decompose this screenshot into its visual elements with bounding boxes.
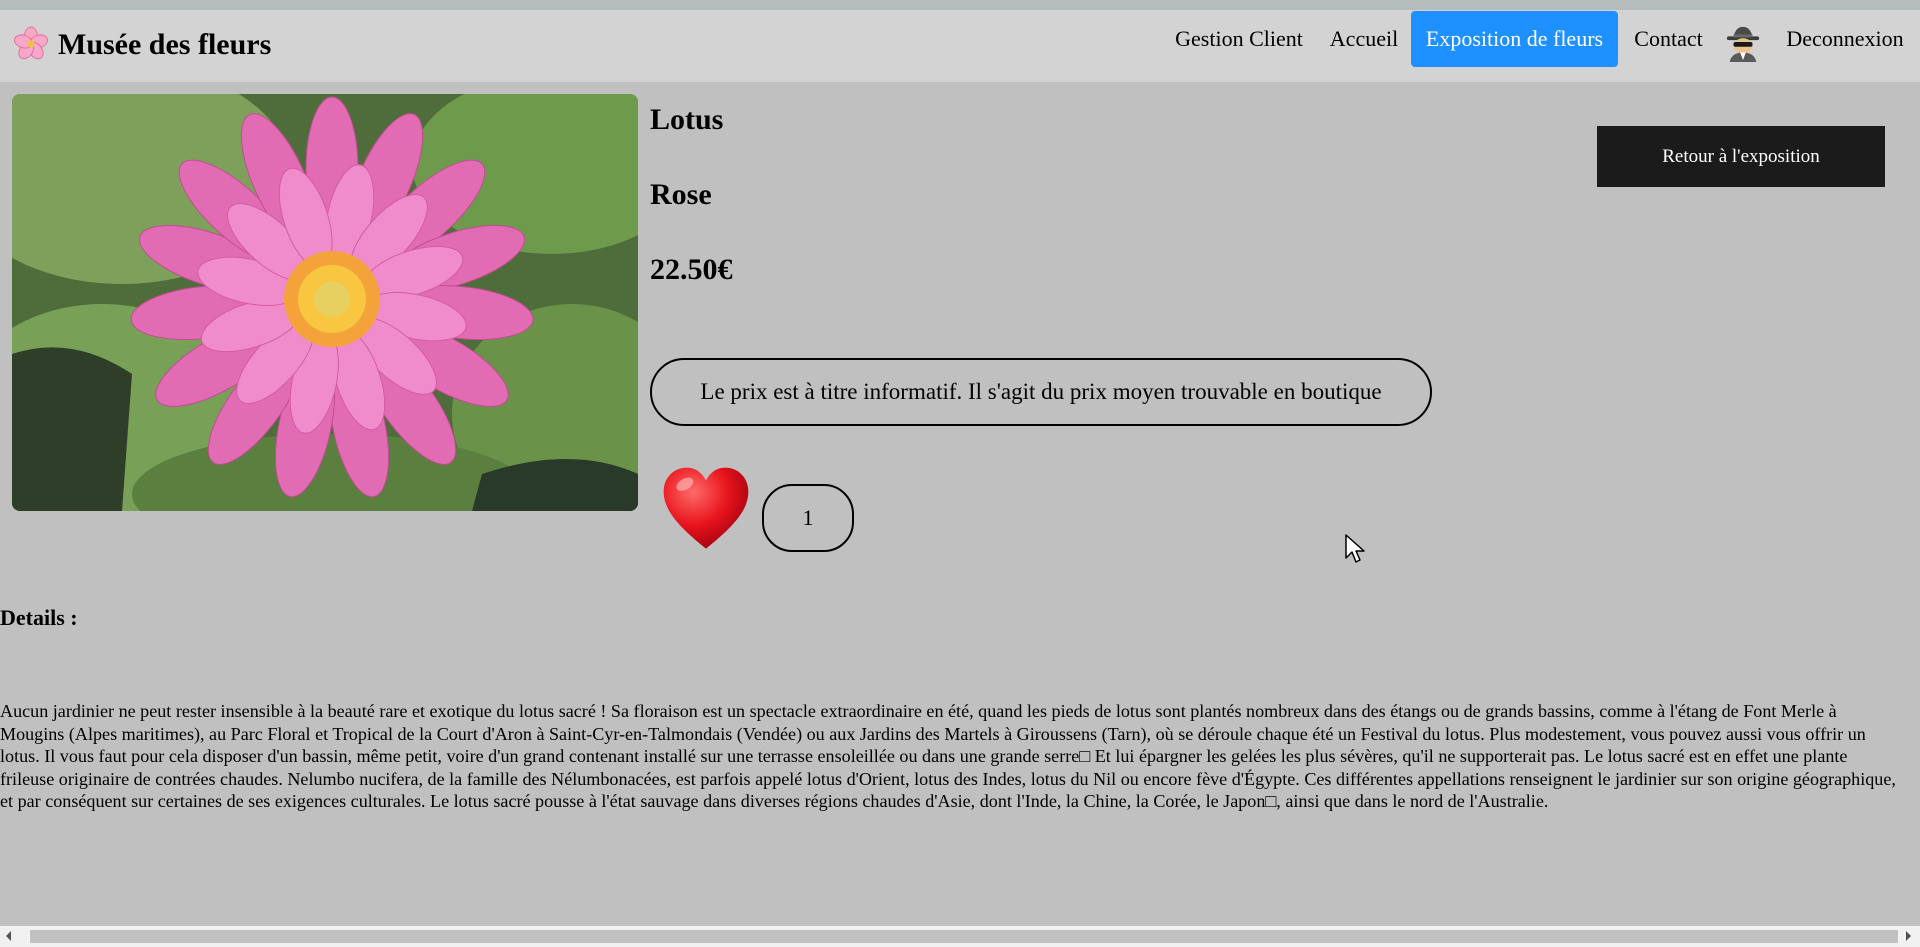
spy-icon[interactable] — [1724, 24, 1762, 62]
back-to-exhibition-button[interactable]: Retour à l'exposition — [1597, 126, 1885, 187]
pink-lotus-flower-photo — [12, 94, 638, 511]
price-notice: Le prix est à titre informatif. Il s'agi… — [650, 358, 1432, 426]
nav-contact[interactable]: Contact — [1618, 11, 1719, 67]
nav-accueil[interactable]: Accueil — [1318, 11, 1410, 67]
like-count: 1 — [762, 484, 854, 552]
cherry-blossom-icon — [14, 26, 48, 60]
horizontal-scrollbar[interactable] — [0, 926, 1920, 947]
navbar: Musée des fleurs Gestion Client Accueil … — [0, 10, 1920, 82]
flower-price: 22.50€ — [650, 253, 733, 286]
nav-deconnexion[interactable]: Deconnexion — [1770, 11, 1920, 67]
scrollbar-thumb[interactable] — [30, 930, 1898, 943]
nav-gestion-client[interactable]: Gestion Client — [1160, 11, 1318, 67]
mouse-cursor-icon — [1345, 534, 1365, 563]
details-description: Aucun jardinier ne peut rester insensibl… — [0, 701, 1896, 811]
flower-name: Lotus — [650, 103, 724, 136]
scroll-left-arrow-icon[interactable] — [6, 931, 11, 941]
flower-color: Rose — [650, 178, 712, 211]
site-title: Musée des fleurs — [58, 28, 272, 61]
scroll-right-arrow-icon[interactable] — [1906, 931, 1911, 941]
heart-icon[interactable] — [660, 464, 752, 556]
browser-top-strip — [0, 0, 1920, 10]
nav-exposition-de-fleurs[interactable]: Exposition de fleurs — [1411, 11, 1618, 67]
details-heading: Details : — [0, 605, 78, 630]
